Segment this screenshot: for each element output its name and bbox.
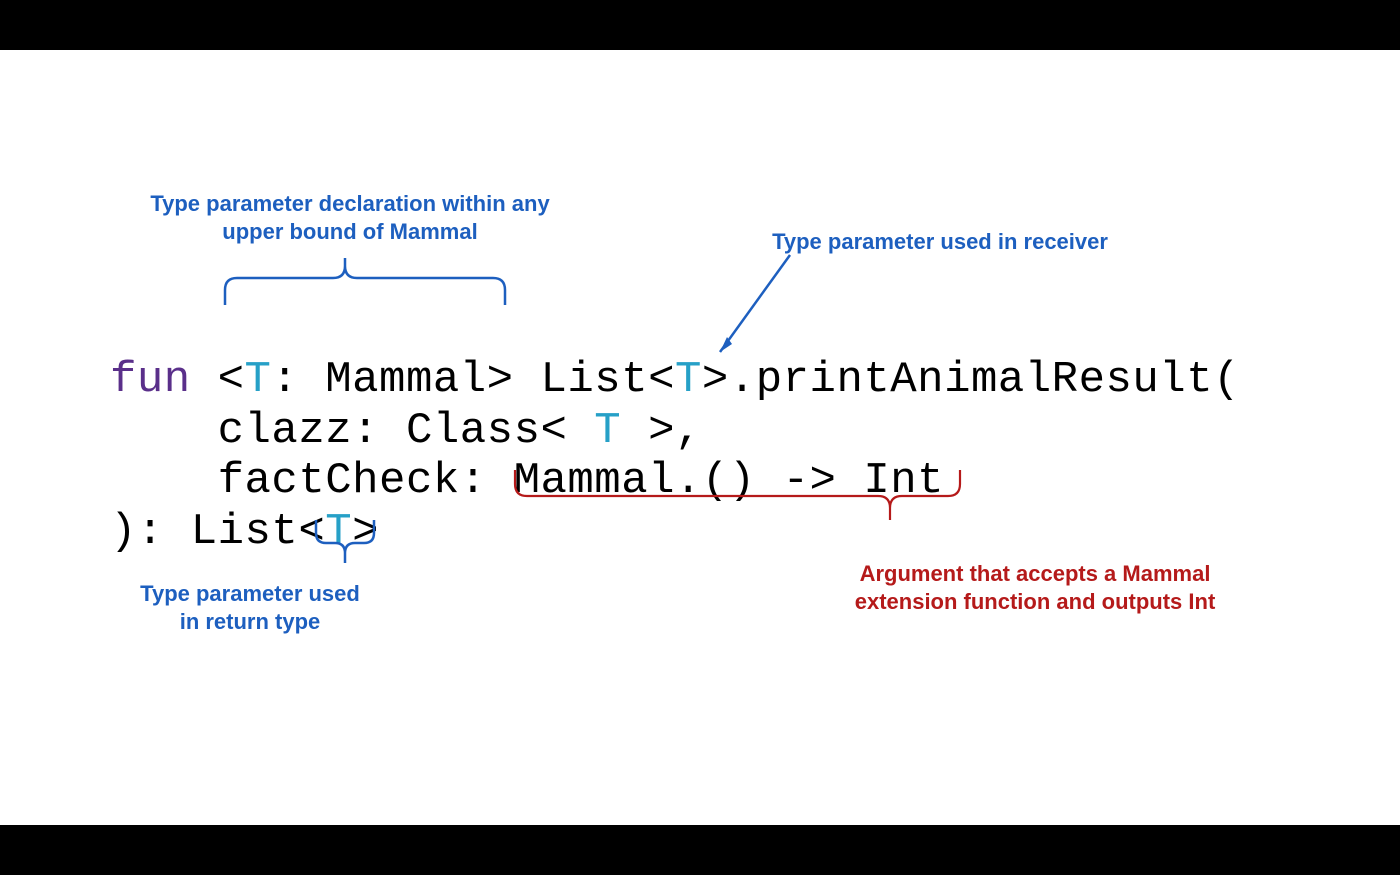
type-param-return: T [325, 507, 352, 557]
param-factcheck: factCheck: Mammal.() -> Int [218, 456, 944, 506]
receiver-list: List< [540, 355, 675, 405]
param-clazz: clazz: Class< [218, 406, 595, 456]
annotation-lambda-arg: Argument that accepts a Mammal extension… [850, 560, 1220, 615]
annotation-line: extension function and outputs Int [850, 588, 1220, 616]
indent-2 [110, 456, 218, 506]
method-name: .printAnimalResult( [729, 355, 1240, 405]
annotation-line: Type parameter used in receiver [760, 228, 1120, 256]
annotation-line: Argument that accepts a Mammal [850, 560, 1220, 588]
type-param-receiver: T [675, 355, 702, 405]
brace-top-decl [225, 258, 505, 305]
annotation-receiver: Type parameter used in receiver [760, 228, 1120, 256]
annotation-line: Type parameter declaration within any [130, 190, 570, 218]
code-block: fun <T: Mammal> List<T>.printAnimalResul… [110, 355, 1240, 557]
type-param-decl: T [245, 355, 272, 405]
close-return: ): List< [110, 507, 325, 557]
arrow-receiver-line [720, 255, 790, 352]
angle-close-1: > [487, 355, 541, 405]
diagram-stage: fun <T: Mammal> List<T>.printAnimalResul… [0, 50, 1400, 825]
angle-close-comma: >, [621, 406, 702, 456]
annotation-line: in return type [110, 608, 390, 636]
indent-1 [110, 406, 218, 456]
annotation-line: upper bound of Mammal [130, 218, 570, 246]
angle-close-3: > [352, 507, 379, 557]
arrow-receiver-head [720, 337, 732, 352]
type-param-class: T [594, 406, 621, 456]
keyword-fun: fun [110, 355, 218, 405]
annotation-type-param-decl: Type parameter declaration within any up… [130, 190, 570, 245]
annotation-return: Type parameter used in return type [110, 580, 390, 635]
angle-close-2: > [702, 355, 729, 405]
annotation-line: Type parameter used [110, 580, 390, 608]
brace-bottom-return-stem [250, 563, 345, 578]
type-bound: : Mammal [271, 355, 486, 405]
angle-open-1: < [218, 355, 245, 405]
